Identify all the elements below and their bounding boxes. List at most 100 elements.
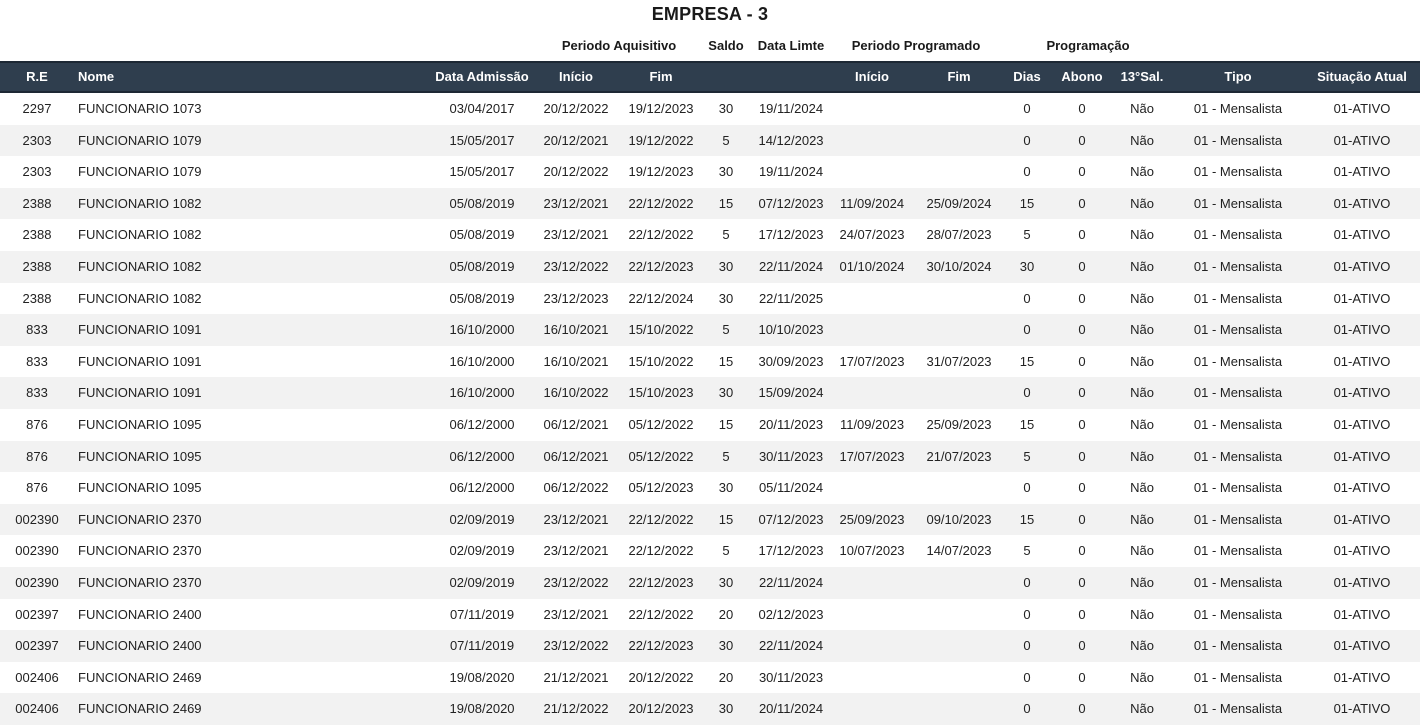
cell-situacao: 01-ATIVO xyxy=(1333,132,1391,148)
col-header-nome[interactable]: Nome xyxy=(78,63,114,91)
cell-saldo: 5 xyxy=(722,448,730,464)
cell-13-salario: Não xyxy=(1130,385,1154,401)
cell-data-limite: 14/12/2023 xyxy=(758,132,824,148)
col-header-abono[interactable]: Abono xyxy=(1061,63,1102,91)
cell-re: 2388 xyxy=(22,227,52,243)
table-row[interactable]: 833 FUNCIONARIO 1091 16/10/2000 16/10/2021 1… xyxy=(0,314,1420,346)
cell-data-limite: 22/11/2025 xyxy=(758,290,824,306)
table-row[interactable]: 002397 FUNCIONARIO 2400 07/11/2019 23/12/20… xyxy=(0,630,1420,662)
cell-aquisitivo-inicio: 23/12/2021 xyxy=(543,543,609,559)
cell-data-limite: 19/11/2024 xyxy=(758,101,824,116)
cell-13-salario: Não xyxy=(1130,258,1154,274)
cell-tipo: 01 - Mensalista xyxy=(1193,353,1283,369)
table-row[interactable]: 2388 FUNCIONARIO 1082 05/08/2019 23/12/2021… xyxy=(0,187,1420,220)
cell-nome: FUNCIONARIO 1073 xyxy=(78,101,202,116)
cell-dias: 0 xyxy=(1023,669,1031,685)
cell-situacao: 01-ATIVO xyxy=(1333,101,1391,116)
table-row[interactable]: 002390 FUNCIONARIO 2370 02/09/2019 23/12/20… xyxy=(0,535,1420,567)
cell-re: 002406 xyxy=(15,669,59,685)
cell-abono: 0 xyxy=(1078,606,1086,622)
cell-nome: FUNCIONARIO 1091 xyxy=(78,322,202,338)
cell-tipo: 01 - Mensalista xyxy=(1193,258,1283,274)
table-row[interactable]: 002406 FUNCIONARIO 2469 19/08/2020 21/12/20… xyxy=(0,661,1420,694)
cell-tipo: 01 - Mensalista xyxy=(1193,290,1283,306)
table-row[interactable]: 002390 FUNCIONARIO 2370 02/09/2019 23/12/20… xyxy=(0,503,1420,536)
table-row[interactable]: 2303 FUNCIONARIO 1079 15/05/2017 20/12/2021… xyxy=(0,124,1420,157)
cell-dias: 30 xyxy=(1019,258,1035,274)
col-header-dias[interactable]: Dias xyxy=(1013,63,1040,91)
cell-abono: 0 xyxy=(1078,164,1086,180)
cell-re: 002406 xyxy=(15,701,59,717)
cell-data-admissao: 05/08/2019 xyxy=(449,290,515,306)
cell-saldo: 30 xyxy=(718,701,734,717)
table-row[interactable]: 833 FUNCIONARIO 1091 16/10/2000 16/10/2022 1… xyxy=(0,377,1420,409)
cell-data-admissao: 03/04/2017 xyxy=(449,101,515,116)
col-header-aquisitivo-inicio[interactable]: Início xyxy=(559,63,593,91)
cell-aquisitivo-fim: 19/12/2022 xyxy=(628,132,694,148)
cell-abono: 0 xyxy=(1078,669,1086,685)
cell-aquisitivo-inicio: 16/10/2021 xyxy=(543,322,609,338)
cell-13-salario: Não xyxy=(1130,353,1154,369)
table-row[interactable]: 833 FUNCIONARIO 1091 16/10/2000 16/10/2021 1… xyxy=(0,345,1420,378)
table-row[interactable]: 876 FUNCIONARIO 1095 06/12/2000 06/12/2021 0… xyxy=(0,440,1420,473)
cell-dias: 15 xyxy=(1019,195,1035,211)
table-row[interactable]: 002397 FUNCIONARIO 2400 07/11/2019 23/12/20… xyxy=(0,598,1420,631)
cell-data-limite: 10/10/2023 xyxy=(758,322,824,338)
cell-tipo: 01 - Mensalista xyxy=(1193,511,1283,527)
cell-dias: 0 xyxy=(1023,606,1031,622)
cell-programado-inicio: 25/09/2023 xyxy=(839,511,905,527)
cell-13-salario: Não xyxy=(1130,543,1154,559)
cell-nome: FUNCIONARIO 2400 xyxy=(78,606,202,622)
cell-13-salario: Não xyxy=(1130,511,1154,527)
table-row[interactable]: 2388 FUNCIONARIO 1082 05/08/2019 23/12/2022… xyxy=(0,250,1420,283)
cell-aquisitivo-fim: 22/12/2022 xyxy=(628,511,694,527)
col-header-re[interactable]: R.E xyxy=(26,63,48,91)
table-row[interactable]: 876 FUNCIONARIO 1095 06/12/2000 06/12/2022 0… xyxy=(0,472,1420,504)
col-header-13-salario[interactable]: 13°Sal. xyxy=(1121,63,1164,91)
cell-13-salario: Não xyxy=(1130,101,1154,116)
col-header-aquisitivo-fim[interactable]: Fim xyxy=(649,63,672,91)
col-header-programado-inicio[interactable]: Início xyxy=(855,63,889,91)
table-row[interactable]: 2388 FUNCIONARIO 1082 05/08/2019 23/12/2021… xyxy=(0,219,1420,251)
cell-programado-fim: 25/09/2024 xyxy=(926,195,992,211)
cell-aquisitivo-inicio: 06/12/2021 xyxy=(543,448,609,464)
table-row[interactable]: 2388 FUNCIONARIO 1082 05/08/2019 23/12/2023… xyxy=(0,282,1420,315)
cell-aquisitivo-inicio: 20/12/2022 xyxy=(543,101,609,116)
cell-situacao: 01-ATIVO xyxy=(1333,669,1391,685)
cell-data-admissao: 05/08/2019 xyxy=(449,227,515,243)
cell-situacao: 01-ATIVO xyxy=(1333,290,1391,306)
cell-situacao: 01-ATIVO xyxy=(1333,385,1391,401)
cell-programado-inicio: 11/09/2023 xyxy=(839,416,905,432)
table-row[interactable]: 2303 FUNCIONARIO 1079 15/05/2017 20/12/2022… xyxy=(0,156,1420,188)
cell-nome: FUNCIONARIO 1082 xyxy=(78,195,202,211)
cell-aquisitivo-fim: 05/12/2022 xyxy=(628,416,694,432)
cell-aquisitivo-inicio: 21/12/2021 xyxy=(543,669,609,685)
table-row[interactable]: 002390 FUNCIONARIO 2370 02/09/2019 23/12/20… xyxy=(0,566,1420,599)
cell-dias: 5 xyxy=(1023,227,1031,243)
table-row[interactable]: 876 FUNCIONARIO 1095 06/12/2000 06/12/2021 0… xyxy=(0,408,1420,441)
cell-abono: 0 xyxy=(1078,195,1086,211)
col-header-programado-fim[interactable]: Fim xyxy=(947,63,970,91)
cell-aquisitivo-inicio: 23/12/2022 xyxy=(543,258,609,274)
group-data-limite: Data Limte xyxy=(757,38,825,53)
col-header-tipo[interactable]: Tipo xyxy=(1224,63,1251,91)
cell-situacao: 01-ATIVO xyxy=(1333,701,1391,717)
cell-programado-fim: 25/09/2023 xyxy=(926,416,992,432)
cell-aquisitivo-inicio: 23/12/2023 xyxy=(543,290,609,306)
cell-abono: 0 xyxy=(1078,101,1086,116)
table-row[interactable]: 2297 FUNCIONARIO 1073 03/04/2017 20/12/2022… xyxy=(0,93,1420,125)
cell-nome: FUNCIONARIO 1095 xyxy=(78,448,202,464)
table-row[interactable]: 002406 FUNCIONARIO 2469 19/08/2020 21/12/20… xyxy=(0,693,1420,725)
col-header-situacao-atual[interactable]: Situação Atual xyxy=(1317,63,1407,91)
cell-programado-fim: 30/10/2024 xyxy=(926,258,992,274)
cell-dias: 0 xyxy=(1023,322,1031,338)
cell-tipo: 01 - Mensalista xyxy=(1193,669,1283,685)
cell-nome: FUNCIONARIO 1079 xyxy=(78,132,202,148)
cell-13-salario: Não xyxy=(1130,416,1154,432)
col-header-data-admissao[interactable]: Data Admissão xyxy=(435,63,528,91)
cell-situacao: 01-ATIVO xyxy=(1333,195,1391,211)
cell-data-admissao: 02/09/2019 xyxy=(449,574,515,590)
cell-re: 833 xyxy=(26,322,48,338)
cell-situacao: 01-ATIVO xyxy=(1333,543,1391,559)
cell-tipo: 01 - Mensalista xyxy=(1193,638,1283,654)
